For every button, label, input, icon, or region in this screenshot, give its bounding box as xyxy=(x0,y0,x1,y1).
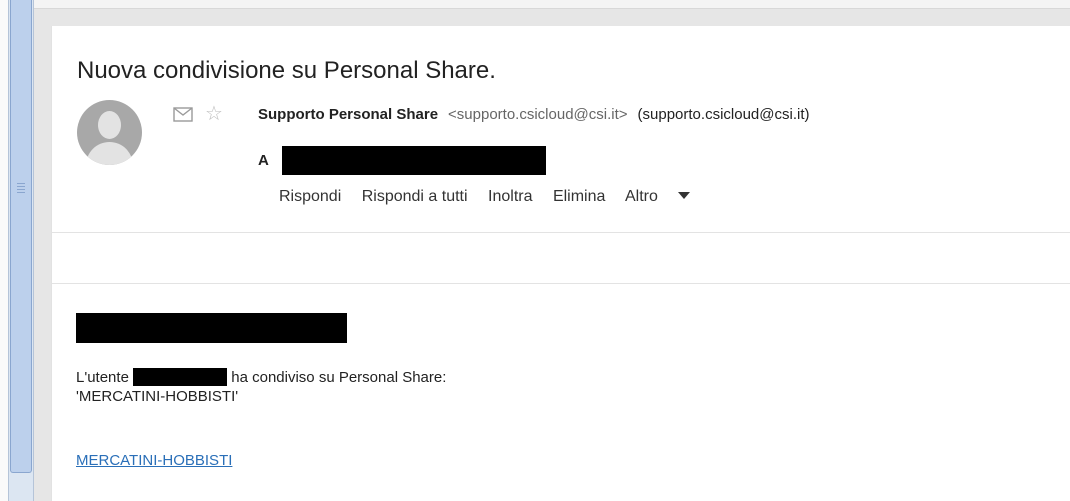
avatar-body xyxy=(86,142,133,165)
caret-down-icon xyxy=(677,192,690,199)
email-message-panel: Nuova condivisione su Personal Share. ☆ … xyxy=(51,26,1070,501)
shared-folder-link[interactable]: MERCATINI-HOBBISTI xyxy=(76,452,232,469)
reply-button[interactable]: Rispondi xyxy=(279,188,341,205)
top-bar xyxy=(34,0,1070,9)
avatar-head xyxy=(98,111,121,139)
email-body-text: L'utente ha condiviso su Personal Share:… xyxy=(76,368,446,406)
more-button[interactable]: Altro xyxy=(625,188,690,205)
body-line-2: 'MERCATINI-HOBBISTI' xyxy=(76,388,239,405)
email-actions-bar: Rispondi Rispondi a tutti Inoltra Elimin… xyxy=(279,188,706,206)
more-label: Altro xyxy=(624,188,658,205)
header-divider xyxy=(52,232,1070,233)
body-line-1-prefix: L'utente xyxy=(76,369,129,386)
recipient-redaction xyxy=(282,146,546,175)
email-subject: Nuova condivisione su Personal Share. xyxy=(77,57,496,84)
sender-email-alt: (supporto.csicloud@csi.it) xyxy=(637,106,810,123)
default-avatar-icon xyxy=(77,100,142,165)
forward-button[interactable]: Inoltra xyxy=(488,188,532,205)
greeting-redaction xyxy=(76,313,347,343)
sender-name[interactable]: Supporto Personal Share xyxy=(258,106,438,123)
delete-button[interactable]: Elimina xyxy=(553,188,605,205)
body-line-1-suffix: ha condiviso su Personal Share: xyxy=(231,369,447,386)
scrollbar-grip-icon xyxy=(17,183,25,195)
envelope-icon[interactable] xyxy=(173,107,193,122)
recipient-label: A xyxy=(258,152,269,169)
sender-email: <supporto.csicloud@csi.it> xyxy=(448,106,628,123)
reply-all-button[interactable]: Rispondi a tutti xyxy=(362,188,468,205)
star-icon[interactable]: ☆ xyxy=(205,104,223,124)
body-line-1: L'utente ha condiviso su Personal Share: xyxy=(76,368,446,387)
sender-line: Supporto Personal Share <supporto.csiclou… xyxy=(258,106,809,123)
scrollbar-thumb[interactable] xyxy=(10,0,32,473)
scrollbar-track[interactable] xyxy=(8,0,34,501)
username-redaction xyxy=(133,368,228,386)
body-divider xyxy=(52,283,1070,284)
